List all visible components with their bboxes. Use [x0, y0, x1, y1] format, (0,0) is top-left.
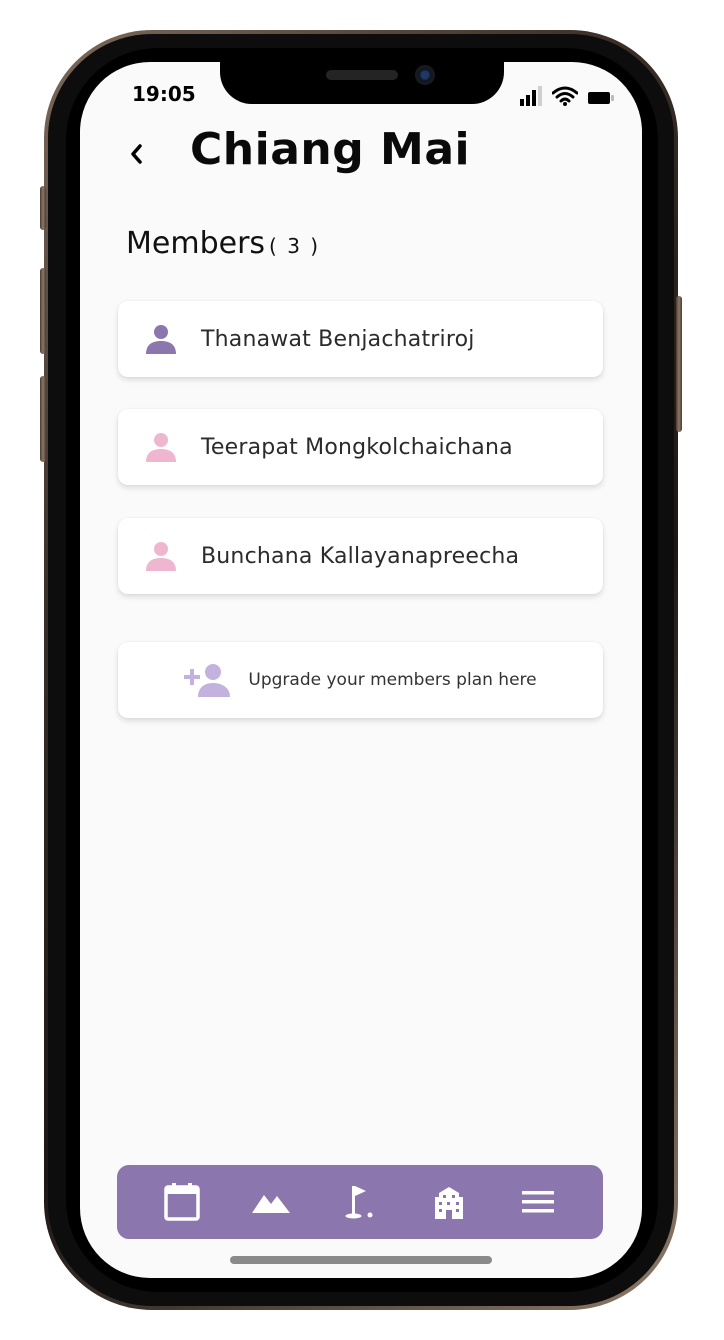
person-icon: [146, 542, 176, 571]
front-camera: [415, 65, 435, 85]
wifi-icon: [552, 86, 578, 106]
signal-icon: [520, 86, 542, 106]
members-heading-label: Members: [126, 226, 266, 261]
battery-icon: [588, 92, 614, 104]
tab-golf[interactable]: [336, 1178, 384, 1226]
members-count: ( 3 ): [269, 234, 321, 258]
back-button[interactable]: [122, 136, 150, 172]
upgrade-plan-button[interactable]: Upgrade your members plan here: [118, 642, 603, 718]
app-screen: 19:05 Chiang Mai Members( 3 ) Thanawat B…: [80, 62, 642, 1278]
bottom-tab-bar: [117, 1165, 603, 1239]
chevron-left-icon: [131, 144, 142, 164]
member-name: Teerapat Mongkolchaichana: [201, 434, 513, 460]
tab-building[interactable]: [425, 1178, 473, 1226]
member-name: Thanawat Benjachatriroj: [201, 326, 475, 352]
home-indicator[interactable]: [230, 1256, 492, 1264]
mountain-icon: [251, 1195, 290, 1213]
volume-up-button: [40, 268, 46, 354]
person-icon: [146, 433, 176, 462]
member-card[interactable]: Thanawat Benjachatriroj: [118, 301, 603, 377]
add-person-icon: [184, 664, 231, 697]
tab-calendar[interactable]: [158, 1178, 206, 1226]
tab-mountain[interactable]: [247, 1178, 295, 1226]
status-time: 19:05: [132, 82, 196, 106]
member-card[interactable]: Teerapat Mongkolchaichana: [118, 409, 603, 485]
building-icon: [435, 1187, 464, 1219]
volume-down-button: [40, 376, 46, 462]
member-name: Bunchana Kallayanapreecha: [201, 543, 520, 569]
notch: [220, 62, 504, 104]
menu-icon: [522, 1191, 555, 1213]
power-button: [676, 296, 682, 432]
golf-flag-icon: [345, 1186, 373, 1219]
member-card[interactable]: Bunchana Kallayanapreecha: [118, 518, 603, 594]
upgrade-label: Upgrade your members plan here: [248, 670, 537, 690]
tab-menu[interactable]: [514, 1178, 562, 1226]
person-icon: [146, 325, 176, 354]
members-heading: Members( 3 ): [126, 226, 320, 261]
silent-switch: [40, 186, 46, 230]
calendar-icon: [163, 1183, 200, 1221]
page-title: Chiang Mai: [190, 124, 471, 175]
speaker-grille: [326, 70, 398, 80]
status-icons: [520, 82, 616, 106]
